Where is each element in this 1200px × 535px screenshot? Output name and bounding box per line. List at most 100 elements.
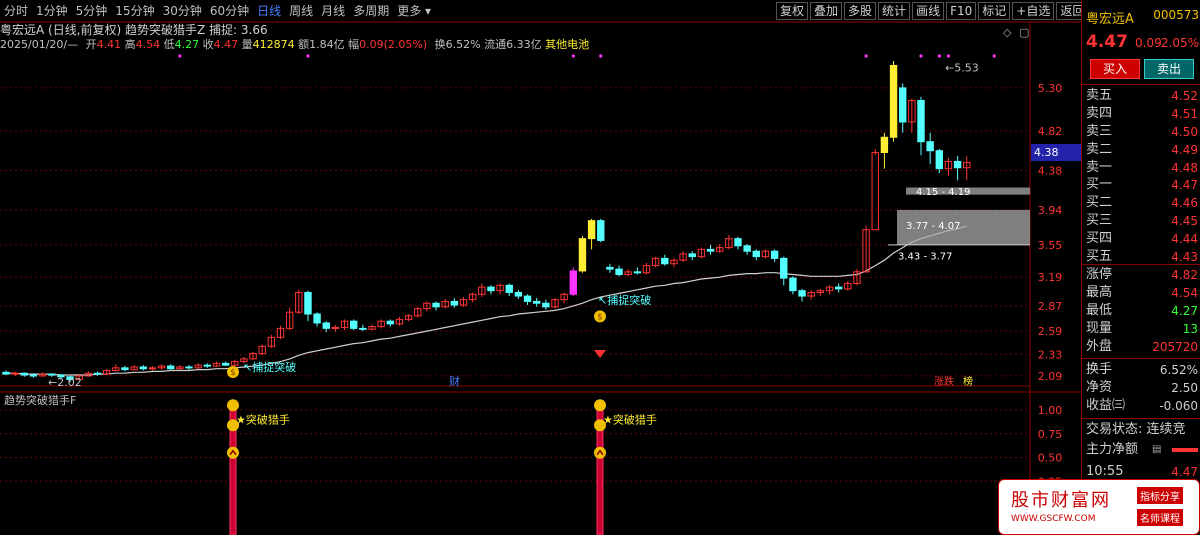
stat2-row-1-value: 2.50: [1171, 381, 1198, 395]
stat-row-1-value: 4.54: [1171, 286, 1198, 300]
sub-y-tick-2: 0.50: [1038, 452, 1063, 465]
breakout-label-2: ↖捕捉突破: [598, 293, 651, 307]
watermark-title: 股市财富网: [1011, 490, 1111, 511]
candle-body-97: [889, 64, 898, 138]
bid-row-1[interactable]: 买一 4.47: [1086, 176, 1198, 194]
bid-row-4-value: 4.44: [1171, 232, 1198, 246]
candle-body-67: [615, 268, 623, 276]
stat2-row-2-label: 收益㈢: [1086, 398, 1126, 413]
ask-row-4-label: 卖四: [1086, 106, 1113, 121]
main-flow[interactable]: 主力净额 ▤: [1086, 441, 1198, 459]
watermark-url: WWW.GSCFW.COM: [1011, 514, 1096, 524]
divider: [1082, 264, 1200, 265]
price-change-pct: 2.05%: [1160, 36, 1199, 50]
bid-row-4[interactable]: 买四 4.44: [1086, 230, 1198, 248]
ask-row-5[interactable]: 卖五 4.52: [1086, 87, 1198, 105]
candle-body-53: [487, 286, 495, 292]
signal-dot-8: [992, 54, 996, 58]
trade-status-label: 交易状态: 连续竞: [1086, 422, 1186, 437]
stat-row-4[interactable]: 外盘 205720: [1086, 338, 1198, 356]
signal-dot-5: [919, 54, 923, 58]
stat-row-2-label: 最低: [1086, 303, 1113, 318]
bid-row-2-label: 买二: [1086, 195, 1113, 210]
stat-row-3[interactable]: 现量 13: [1086, 320, 1198, 338]
diamond-icon[interactable]: ◇: [1003, 26, 1011, 39]
stat-row-2[interactable]: 最低 4.27: [1086, 302, 1198, 320]
bid-row-4-label: 买四: [1086, 231, 1113, 246]
ask-row-1-value: 4.48: [1171, 161, 1198, 175]
list-icon[interactable]: ▤: [1152, 441, 1161, 459]
ask-row-3-value: 4.50: [1171, 125, 1198, 139]
tag-rise-fall: 涨跌: [934, 375, 954, 388]
candle-body-39: [359, 327, 367, 330]
divider: [1082, 418, 1200, 419]
watermark-tag-courses: 名师课程: [1137, 509, 1183, 526]
candle-body-24: [221, 362, 230, 366]
stat-row-4-value: 205720: [1152, 340, 1198, 354]
stock-name: 粤宏远A: [1086, 12, 1134, 27]
ask-row-1-label: 卖一: [1086, 160, 1113, 175]
zone-label-3: 3.43 - 3.77: [898, 252, 953, 263]
money-bag-icon-2-glyph: $: [597, 312, 603, 322]
price-change: 0.09: [1135, 36, 1162, 50]
bid-row-3-value: 4.45: [1171, 214, 1198, 228]
hunter-label-1: ★突破猎手: [603, 413, 657, 427]
y-tick-label-9: 2.09: [1038, 370, 1063, 383]
candle-body-102: [935, 150, 943, 170]
current-price-tag: 4.38: [1031, 144, 1084, 161]
stat-row-3-label: 现量: [1086, 321, 1113, 336]
ask-row-2[interactable]: 卖二 4.49: [1086, 141, 1198, 159]
buy-button[interactable]: 买入: [1090, 59, 1140, 79]
up-arrow-icon-0: [227, 446, 239, 459]
candle-body-75: [688, 253, 696, 258]
y-tick-label-4: 3.55: [1038, 239, 1063, 252]
candle-body-15: [139, 366, 147, 370]
watermark-tag-indicators: 指标分享: [1137, 487, 1183, 504]
watermark-logo: 股市财富网 WWW.GSCFW.COM 指标分享 名师课程: [998, 479, 1200, 535]
main-flow-label: 主力净额: [1086, 442, 1139, 457]
stock-code: 000573: [1153, 8, 1199, 22]
y-tick-label-6: 2.87: [1038, 300, 1063, 313]
ask-row-3[interactable]: 卖三 4.50: [1086, 123, 1198, 141]
candle-body-33: [304, 291, 312, 315]
ask-row-1[interactable]: 卖一 4.48: [1086, 159, 1198, 177]
bid-row-3[interactable]: 买三 4.45: [1086, 212, 1198, 230]
stat-row-2-value: 4.27: [1171, 304, 1198, 318]
candle-body-86: [789, 277, 797, 292]
sell-button[interactable]: 卖出: [1144, 59, 1194, 79]
finance-mark: 财: [449, 374, 460, 388]
candle-body-5: [48, 373, 56, 376]
quote-panel: 粤宏远A 000573 4.47 0.09 2.05% 买入 卖出 卖五 4.52…: [1081, 0, 1200, 535]
stat2-row-2-value: -0.060: [1159, 399, 1198, 413]
stat2-row-2[interactable]: 收益㈢ -0.060: [1086, 397, 1198, 415]
square-icon[interactable]: ▢: [1019, 26, 1029, 39]
stat2-row-0-value: 6.52%: [1159, 363, 1198, 377]
stat-row-1[interactable]: 最高 4.54: [1086, 284, 1198, 302]
candle-body-101: [926, 141, 934, 152]
candle-body-69: [633, 271, 642, 274]
stat2-row-1[interactable]: 净资 2.50: [1086, 379, 1198, 397]
trade-status: 交易状态: 连续竞: [1086, 421, 1198, 439]
candle-body-3: [29, 374, 38, 377]
bid-row-2[interactable]: 买二 4.46: [1086, 194, 1198, 212]
ask-row-4-value: 4.51: [1171, 107, 1198, 121]
signal-dot-2: [571, 54, 575, 58]
ask-row-5-value: 4.52: [1171, 89, 1198, 103]
candle-body-87: [798, 290, 806, 297]
stat2-row-0[interactable]: 换手 6.52%: [1086, 361, 1198, 379]
candle-body-18: [167, 365, 175, 370]
stat2-row-1-label: 净资: [1086, 380, 1113, 395]
breakout-label-1: ↖捕捉突破: [243, 360, 296, 374]
ask-row-4[interactable]: 卖四 4.51: [1086, 105, 1198, 123]
stat-row-0[interactable]: 涨停 4.82: [1086, 266, 1198, 284]
y-tick-label-7: 2.59: [1038, 325, 1063, 338]
kline-chart[interactable]: 5.30 4.82 4.38 3.94 3.55 3.19 2.87 2.59 2.33 2.09…: [0, 0, 1081, 535]
candle-body-65: [597, 220, 605, 241]
candle-body-66: [606, 266, 614, 270]
candle-body-1: [11, 372, 19, 375]
signal-dot-0: [178, 54, 182, 58]
candle-body-59: [542, 302, 550, 308]
candle-body-62: [569, 270, 577, 295]
signal-dot-1: [306, 54, 310, 58]
bid-row-1-value: 4.47: [1171, 178, 1198, 192]
